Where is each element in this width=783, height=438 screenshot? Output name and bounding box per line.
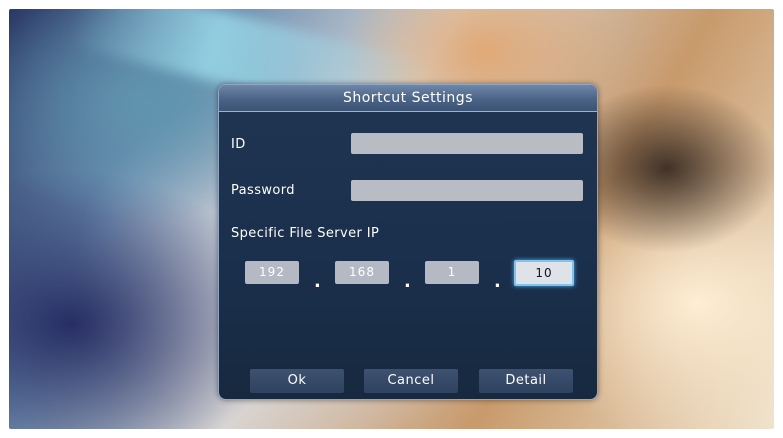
ip-separator: . — [314, 271, 321, 292]
ok-button[interactable]: Ok — [250, 369, 344, 393]
ip-octet-4[interactable]: 10 — [514, 260, 574, 286]
password-label: Password — [231, 183, 295, 198]
id-label: ID — [231, 137, 246, 152]
ip-octet-1[interactable]: 192 — [245, 261, 299, 284]
shortcut-settings-dialog: Shortcut Settings ID Password Specific F… — [218, 84, 598, 400]
id-input[interactable] — [351, 133, 583, 154]
detail-button[interactable]: Detail — [479, 369, 573, 393]
ip-octet-3[interactable]: 1 — [425, 261, 479, 284]
video-background: Shortcut Settings ID Password Specific F… — [9, 9, 774, 429]
dialog-title: Shortcut Settings — [219, 85, 597, 112]
ip-separator: . — [494, 271, 501, 292]
cancel-button[interactable]: Cancel — [364, 369, 458, 393]
ip-octet-2[interactable]: 168 — [335, 261, 389, 284]
password-input[interactable] — [351, 180, 583, 201]
file-server-ip-label: Specific File Server IP — [231, 226, 380, 241]
ip-separator: . — [404, 271, 411, 292]
